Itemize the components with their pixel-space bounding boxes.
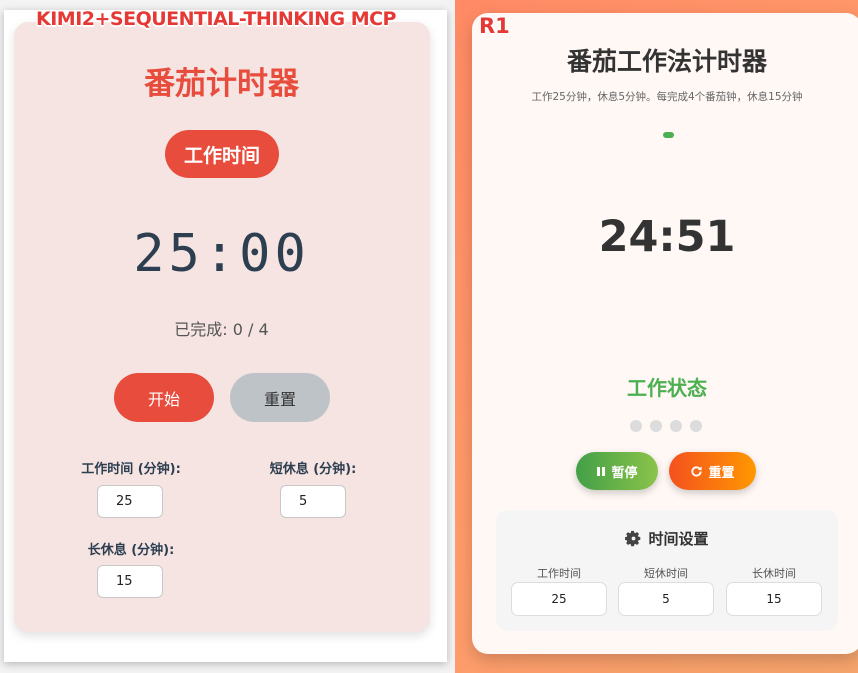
right-short-break-input[interactable]: 5 [618,582,714,616]
left-model-tag: KIMI2+SEQUENTIAL-THINKING MCP [36,8,396,30]
cycle-dot [690,420,702,432]
right-work-label: 工作时间 [537,567,581,580]
right-model-tag: R1 [479,14,510,38]
right-title: 番茄工作法计时器 [566,47,767,76]
right-timer-display: 24:51 [598,212,736,262]
pause-icon [597,466,606,476]
left-long-break-input[interactable]: 15 [97,565,163,598]
gear-icon [625,530,641,547]
left-work-label: 工作时间 (分钟): [81,462,181,477]
right-reset-button[interactable]: 重置 [669,452,756,490]
left-mode-badge: 工作时间 [165,130,279,178]
left-long-break-label: 长休息 (分钟): [87,543,175,558]
left-short-break-input[interactable]: 5 [280,485,346,518]
left-reset-button[interactable]: 重置 [230,373,330,422]
redo-icon [691,465,703,477]
right-long-break-input[interactable]: 15 [726,582,822,616]
right-cycle-dots [630,420,702,432]
settings-title-text: 时间设置 [648,530,709,548]
left-progress-text: 已完成: 0 / 4 [174,320,269,339]
right-work-input[interactable]: 25 [511,582,607,616]
left-short-break-label: 短休息 (分钟): [269,462,357,477]
left-start-button[interactable]: 开始 [114,373,214,422]
cycle-dot [630,420,642,432]
right-settings-title: 时间设置 [472,528,858,549]
cycle-dot [670,420,682,432]
right-subtitle: 工作25分钟，休息5分钟。每完成4个番茄钟，休息15分钟 [531,91,803,103]
right-short-break-label: 短休时间 [644,567,688,580]
cycle-dot [650,420,662,432]
right-status-text: 工作状态 [627,376,707,400]
pause-label: 暂停 [611,465,638,481]
left-title: 番茄计时器 [144,66,299,102]
left-work-input[interactable]: 25 [97,485,163,518]
right-long-break-label: 长休时间 [752,567,796,580]
reset-label: 重置 [708,465,735,481]
right-pause-button[interactable]: 暂停 [576,452,658,490]
right-progress-bar [663,132,674,138]
left-timer-display: 25:00 [133,224,310,284]
